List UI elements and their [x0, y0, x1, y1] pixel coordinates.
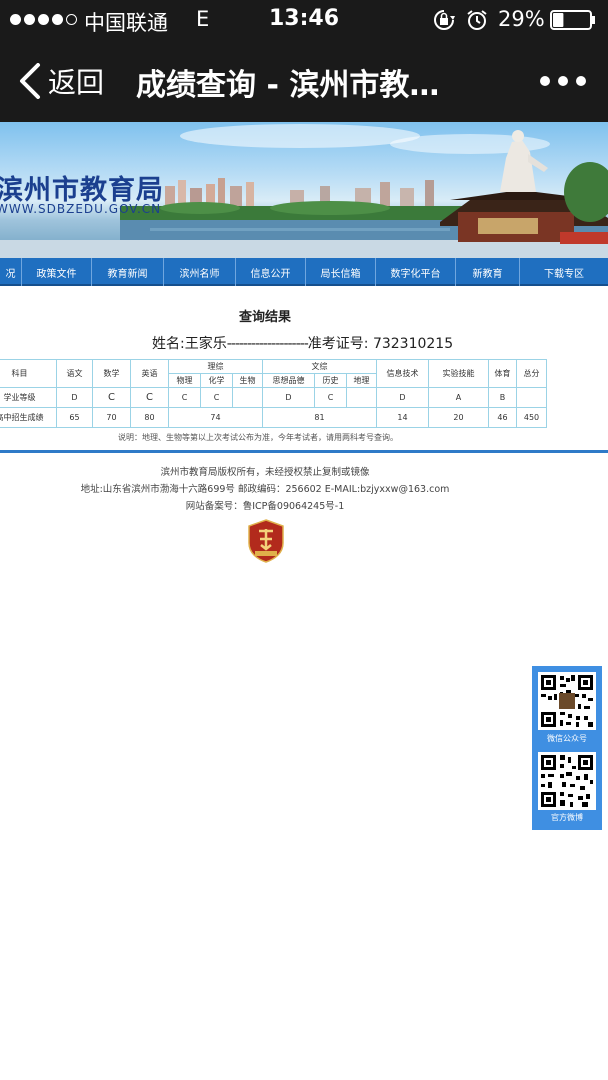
qr-panel: 微信公众号 官方微博 [532, 666, 602, 830]
more-options-button[interactable] [540, 70, 586, 92]
score-lab: 20 [428, 407, 489, 428]
footer-address: 地址:山东省滨州市渤海十六路699号 邮政编码：256602 E-MAIL:bz… [80, 484, 450, 495]
header-biology: 生物 [232, 373, 263, 388]
battery-icon [550, 10, 595, 30]
grade-math: C [92, 387, 131, 408]
header-pe: 体育 [488, 359, 517, 388]
score-table: 科目 语文 数学 英语 理综 文综 信息技术 实验技能 体育 总分 物理 化学 … [0, 359, 547, 428]
more-dot-icon [558, 76, 568, 86]
grade-pe: B [488, 387, 517, 408]
score-math: 70 [92, 407, 131, 428]
footer-copyright: 滨州市教育局版权所有，未经授权禁止复制或镜像 [160, 467, 370, 478]
menu-item-teachers[interactable]: 滨州名师 [164, 258, 236, 286]
grade-history: C [314, 387, 347, 408]
result-title: 查询结果 [238, 310, 291, 325]
header-arts: 文综 [262, 359, 377, 374]
more-dot-icon [540, 76, 550, 86]
header-math: 数学 [92, 359, 131, 388]
exam-number: 732310215 [372, 336, 454, 352]
score-it: 14 [376, 407, 429, 428]
menu-item-downloads[interactable]: 下载专区 [520, 258, 608, 286]
menu-item-new-education[interactable]: 新教育 [456, 258, 520, 286]
row-label: 学业等级 [0, 387, 57, 408]
header-chemistry: 化学 [200, 373, 233, 388]
header-history: 历史 [314, 373, 347, 388]
score-total: 450 [516, 407, 547, 428]
grade-geography [346, 387, 377, 408]
menu-item-policy[interactable]: 政策文件 [22, 258, 92, 286]
wechat-qr-code[interactable] [538, 672, 596, 730]
score-science: 74 [168, 407, 263, 428]
grade-biology [232, 387, 263, 408]
grade-english: C [130, 387, 169, 408]
nav-bar: 返回 成绩查询 - 滨州市教… [0, 40, 608, 122]
score-pe: 46 [488, 407, 517, 428]
menu-item-news[interactable]: 教育新闻 [92, 258, 164, 286]
student-name: 王家乐 [184, 336, 227, 352]
table-row: 高中招生成绩 65 70 80 74 81 14 20 46 450 [0, 407, 547, 428]
page-title: 成绩查询 - 滨州市教… [136, 68, 440, 103]
battery-percent: 29% [498, 7, 545, 31]
header-subject: 科目 [0, 359, 57, 388]
student-info: 姓名:王家乐--------------------准考证号: 73231021… [152, 333, 453, 353]
header-it: 信息技术 [376, 359, 429, 388]
site-banner: 滨州市教育局 WWW.SDBZEDU.GOV.CN [0, 122, 608, 258]
score-arts: 81 [262, 407, 377, 428]
header-chinese: 语文 [56, 359, 93, 388]
grade-chemistry: C [200, 387, 233, 408]
header-total: 总分 [516, 359, 547, 388]
score-english: 80 [130, 407, 169, 428]
exam-number-label: 准考证号: [307, 336, 369, 352]
rotation-lock-icon [434, 10, 455, 30]
name-label: 姓名: [152, 336, 185, 352]
grade-chinese: D [56, 387, 93, 408]
site-url: WWW.SDBZEDU.GOV.CN [0, 202, 162, 216]
note-text: 说明：地理、生物等第以上次考试公布为准，今年考试者，请用两科考号查询。 [118, 433, 398, 442]
menu-item-digital-platform[interactable]: 数字化平台 [376, 258, 456, 286]
party-government-badge-icon[interactable] [248, 519, 284, 563]
divider [0, 450, 608, 453]
status-bar: 中国联通 E 13:46 29% [0, 0, 608, 40]
header-politics: 思想品德 [262, 373, 315, 388]
header-lab: 实验技能 [428, 359, 489, 388]
chevron-left-icon [20, 63, 40, 99]
alarm-icon [467, 10, 487, 30]
score-chinese: 65 [56, 407, 93, 428]
header-english: 英语 [130, 359, 169, 388]
footer-icp: 网站备案号：鲁ICP备09064245号-1 [185, 501, 345, 512]
menu-item-overview[interactable]: 况 [0, 258, 22, 286]
separator-dashes: -------------------- [226, 336, 309, 352]
back-label: 返回 [48, 66, 105, 99]
menu-item-disclosure[interactable]: 信息公开 [236, 258, 306, 286]
grade-total [516, 387, 547, 408]
grade-lab: A [428, 387, 489, 408]
header-physics: 物理 [168, 373, 201, 388]
wechat-label: 微信公众号 [547, 734, 587, 743]
back-button[interactable]: 返回 [18, 60, 104, 102]
weibo-qr-code[interactable] [538, 752, 596, 810]
menu-item-mailbox[interactable]: 局长信箱 [306, 258, 376, 286]
weibo-label: 官方微博 [551, 813, 583, 822]
grade-politics: D [262, 387, 315, 408]
main-menu: 况 政策文件 教育新闻 滨州名师 信息公开 局长信箱 数字化平台 新教育 下载专… [0, 258, 608, 286]
row-label: 高中招生成绩 [0, 407, 57, 428]
grade-physics: C [168, 387, 201, 408]
table-row: 学业等级 D C C C C D C D A B [0, 387, 547, 408]
header-geography: 地理 [346, 373, 377, 388]
more-dot-icon [576, 76, 586, 86]
header-science: 理综 [168, 359, 263, 374]
grade-it: D [376, 387, 429, 408]
